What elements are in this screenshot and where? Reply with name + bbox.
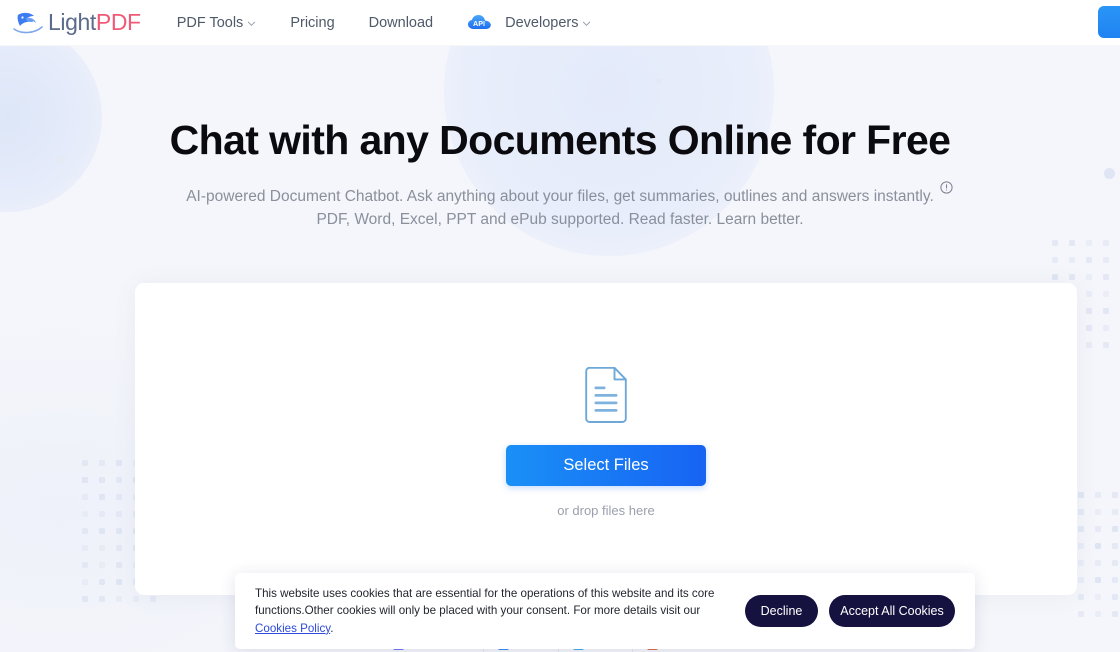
- page-title: Chat with any Documents Online for Free: [0, 116, 1120, 165]
- site-header: LightPDF PDF Tools Pricing Download API …: [0, 0, 1120, 46]
- nav-item-download-label: Download: [369, 15, 434, 31]
- drop-files-hint: or drop files here: [557, 503, 655, 518]
- api-cloud-badge-icon: API: [467, 14, 494, 31]
- main-navigation: PDF Tools Pricing Download API Developer…: [177, 0, 626, 46]
- lightpdf-bird-logo-icon: [12, 9, 44, 37]
- accept-all-cookies-button[interactable]: Accept All Cookies: [829, 595, 955, 627]
- cookie-banner-text: This website uses cookies that are essen…: [255, 585, 745, 638]
- logo[interactable]: LightPDF: [12, 9, 141, 37]
- nav-item-pricing[interactable]: Pricing: [290, 0, 334, 46]
- background-dot-grid-right-lower: [1078, 492, 1120, 616]
- cookies-policy-link[interactable]: Cookies Policy: [255, 622, 330, 635]
- header-cta-button[interactable]: [1098, 6, 1120, 38]
- nav-item-pdf-tools[interactable]: PDF Tools: [177, 0, 257, 46]
- nav-item-developers-label: Developers: [505, 15, 578, 31]
- nav-item-developers[interactable]: API Developers: [467, 0, 591, 46]
- chevron-down-icon: [247, 19, 256, 28]
- chevron-down-icon: [582, 19, 591, 28]
- nav-item-pricing-label: Pricing: [290, 15, 334, 31]
- cookie-consent-banner: This website uses cookies that are essen…: [235, 573, 975, 649]
- document-file-icon: [583, 367, 629, 423]
- hero-subtitle-line2: PDF, Word, Excel, PPT and ePub supported…: [316, 211, 803, 228]
- decline-cookies-button[interactable]: Decline: [745, 595, 818, 627]
- upload-dropzone-card[interactable]: Select Files or drop files here: [135, 283, 1077, 595]
- cookie-text-tail: .: [330, 622, 333, 635]
- logo-text-light: Light: [48, 9, 96, 35]
- nav-item-download[interactable]: Download: [369, 0, 434, 46]
- nav-item-pdf-tools-label: PDF Tools: [177, 15, 244, 31]
- svg-text:API: API: [473, 19, 485, 28]
- hero-subtitle: AI-powered Document Chatbot. Ask anythin…: [186, 186, 934, 232]
- cookie-text-main: This website uses cookies that are essen…: [255, 587, 714, 618]
- page-root: LightPDF PDF Tools Pricing Download API …: [0, 0, 1120, 652]
- logo-text: LightPDF: [48, 11, 141, 34]
- info-circle-icon[interactable]: [940, 181, 953, 194]
- select-files-button[interactable]: Select Files: [506, 445, 706, 486]
- hero-subtitle-line1: AI-powered Document Chatbot. Ask anythin…: [186, 188, 934, 205]
- logo-text-pdf: PDF: [96, 9, 141, 35]
- hero-section: Chat with any Documents Online for Free …: [0, 46, 1120, 232]
- cookie-banner-actions: Decline Accept All Cookies: [745, 595, 955, 627]
